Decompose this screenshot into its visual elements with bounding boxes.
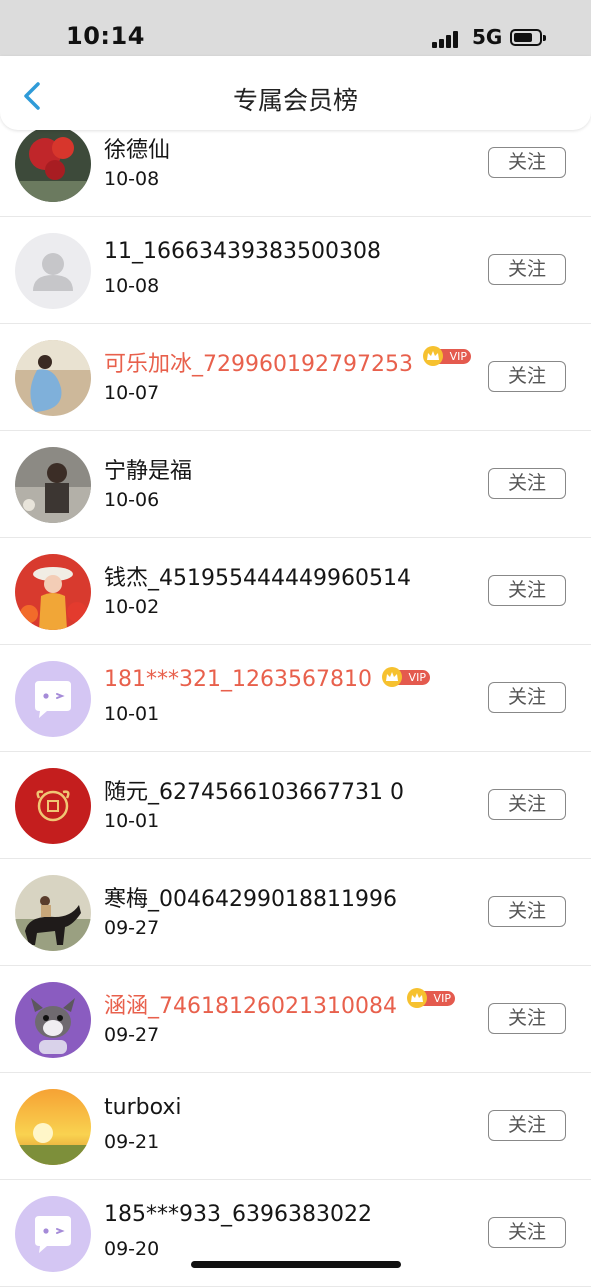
member-name: 181***321_1263567810 VIP (104, 667, 430, 692)
member-date: 10-01 (104, 703, 160, 725)
crown-icon (422, 346, 443, 366)
member-name: 涵涵_74618126021310084 VIP (104, 988, 455, 1020)
avatar[interactable] (15, 233, 91, 309)
follow-button[interactable]: 关注 (488, 147, 566, 178)
follow-button[interactable]: 关注 (488, 896, 566, 927)
member-date: 10-08 (104, 275, 160, 297)
member-name-text: turboxi (104, 1095, 182, 1120)
member-name: 可乐加冰_729960192797253 VIP (104, 346, 471, 378)
member-date: 10-08 (104, 168, 160, 190)
list-item[interactable]: 寒梅_00464299018811996 09-27 关注 (0, 859, 591, 966)
follow-button[interactable]: 关注 (488, 682, 566, 713)
member-name-text: 随元_6274566103667731 0 (104, 780, 404, 805)
crown-icon (381, 667, 402, 687)
home-indicator (191, 1261, 401, 1268)
list-item[interactable]: 185***933_6396383022 09-20 关注 (0, 1180, 591, 1287)
network-label: 5G (472, 25, 503, 49)
follow-button[interactable]: 关注 (488, 1110, 566, 1141)
member-name-text: 徐德仙 (104, 138, 171, 163)
member-name-text: 寒梅_00464299018811996 (104, 887, 397, 912)
avatar[interactable] (15, 1089, 91, 1165)
member-name: 随元_6274566103667731 0 (104, 774, 404, 806)
follow-button[interactable]: 关注 (488, 789, 566, 820)
avatar[interactable] (15, 982, 91, 1058)
avatar[interactable] (15, 875, 91, 951)
avatar[interactable] (15, 768, 91, 844)
member-name: 寒梅_00464299018811996 (104, 881, 397, 913)
member-name-text: 185***933_6396383022 (104, 1202, 372, 1227)
list-item[interactable]: 181***321_1263567810 VIP 10-01 关注 (0, 645, 591, 752)
list-item[interactable]: 随元_6274566103667731 0 10-01 关注 (0, 752, 591, 859)
avatar[interactable] (15, 661, 91, 737)
vip-badge: VIP (422, 346, 471, 366)
member-name-text: 可乐加冰_729960192797253 (104, 352, 413, 377)
list-item[interactable]: 11_16663439383500308 10-08 关注 (0, 217, 591, 324)
member-date: 09-27 (104, 917, 160, 939)
member-name-text: 11_16663439383500308 (104, 239, 381, 264)
vip-badge: VIP (406, 988, 455, 1008)
crown-icon (406, 988, 427, 1008)
list-item[interactable]: 可乐加冰_729960192797253 VIP 10-07 关注 (0, 324, 591, 431)
avatar[interactable] (15, 1196, 91, 1272)
follow-button[interactable]: 关注 (488, 468, 566, 499)
avatar[interactable] (15, 126, 91, 202)
member-name: 钱杰_451955444449960514 (104, 560, 411, 592)
member-date: 10-02 (104, 596, 160, 618)
battery-icon (510, 29, 546, 46)
member-name-text: 涵涵_74618126021310084 (104, 994, 397, 1019)
member-date: 10-06 (104, 489, 160, 511)
member-name: 11_16663439383500308 (104, 239, 381, 264)
member-name-text: 宁静是福 (104, 459, 193, 484)
signal-icon (432, 30, 460, 48)
member-date: 09-20 (104, 1238, 160, 1260)
list-item[interactable]: turboxi 09-21 关注 (0, 1073, 591, 1180)
member-date: 10-01 (104, 810, 160, 832)
follow-button[interactable]: 关注 (488, 361, 566, 392)
avatar[interactable] (15, 340, 91, 416)
member-name: 185***933_6396383022 (104, 1202, 372, 1227)
member-date: 09-21 (104, 1131, 160, 1153)
avatar[interactable] (15, 554, 91, 630)
member-name: 徐德仙 (104, 132, 170, 164)
member-date: 10-07 (104, 382, 160, 404)
member-name-text: 钱杰_451955444449960514 (104, 566, 411, 591)
member-name-text: 181***321_1263567810 (104, 667, 372, 692)
member-name: 宁静是福 (104, 453, 192, 485)
member-list: 徐德仙 10-08 关注 11_16663439383500308 10-08 关注 可乐加… (0, 110, 591, 1287)
vip-badge: VIP (381, 667, 430, 687)
nav-bar: 专属会员榜 (0, 56, 591, 130)
follow-button[interactable]: 关注 (488, 254, 566, 285)
member-date: 09-27 (104, 1024, 160, 1046)
follow-button[interactable]: 关注 (488, 1217, 566, 1248)
list-item[interactable]: 涵涵_74618126021310084 VIP 09-27 关注 (0, 966, 591, 1073)
list-item[interactable]: 宁静是福 10-06 关注 (0, 431, 591, 538)
follow-button[interactable]: 关注 (488, 575, 566, 606)
page-title: 专属会员榜 (232, 86, 358, 115)
status-bar: 10:14 5G (0, 0, 591, 56)
list-item[interactable]: 钱杰_451955444449960514 10-02 关注 (0, 538, 591, 645)
avatar[interactable] (15, 447, 91, 523)
follow-button[interactable]: 关注 (488, 1003, 566, 1034)
status-time: 10:14 (66, 22, 145, 50)
member-name: turboxi (104, 1095, 182, 1120)
